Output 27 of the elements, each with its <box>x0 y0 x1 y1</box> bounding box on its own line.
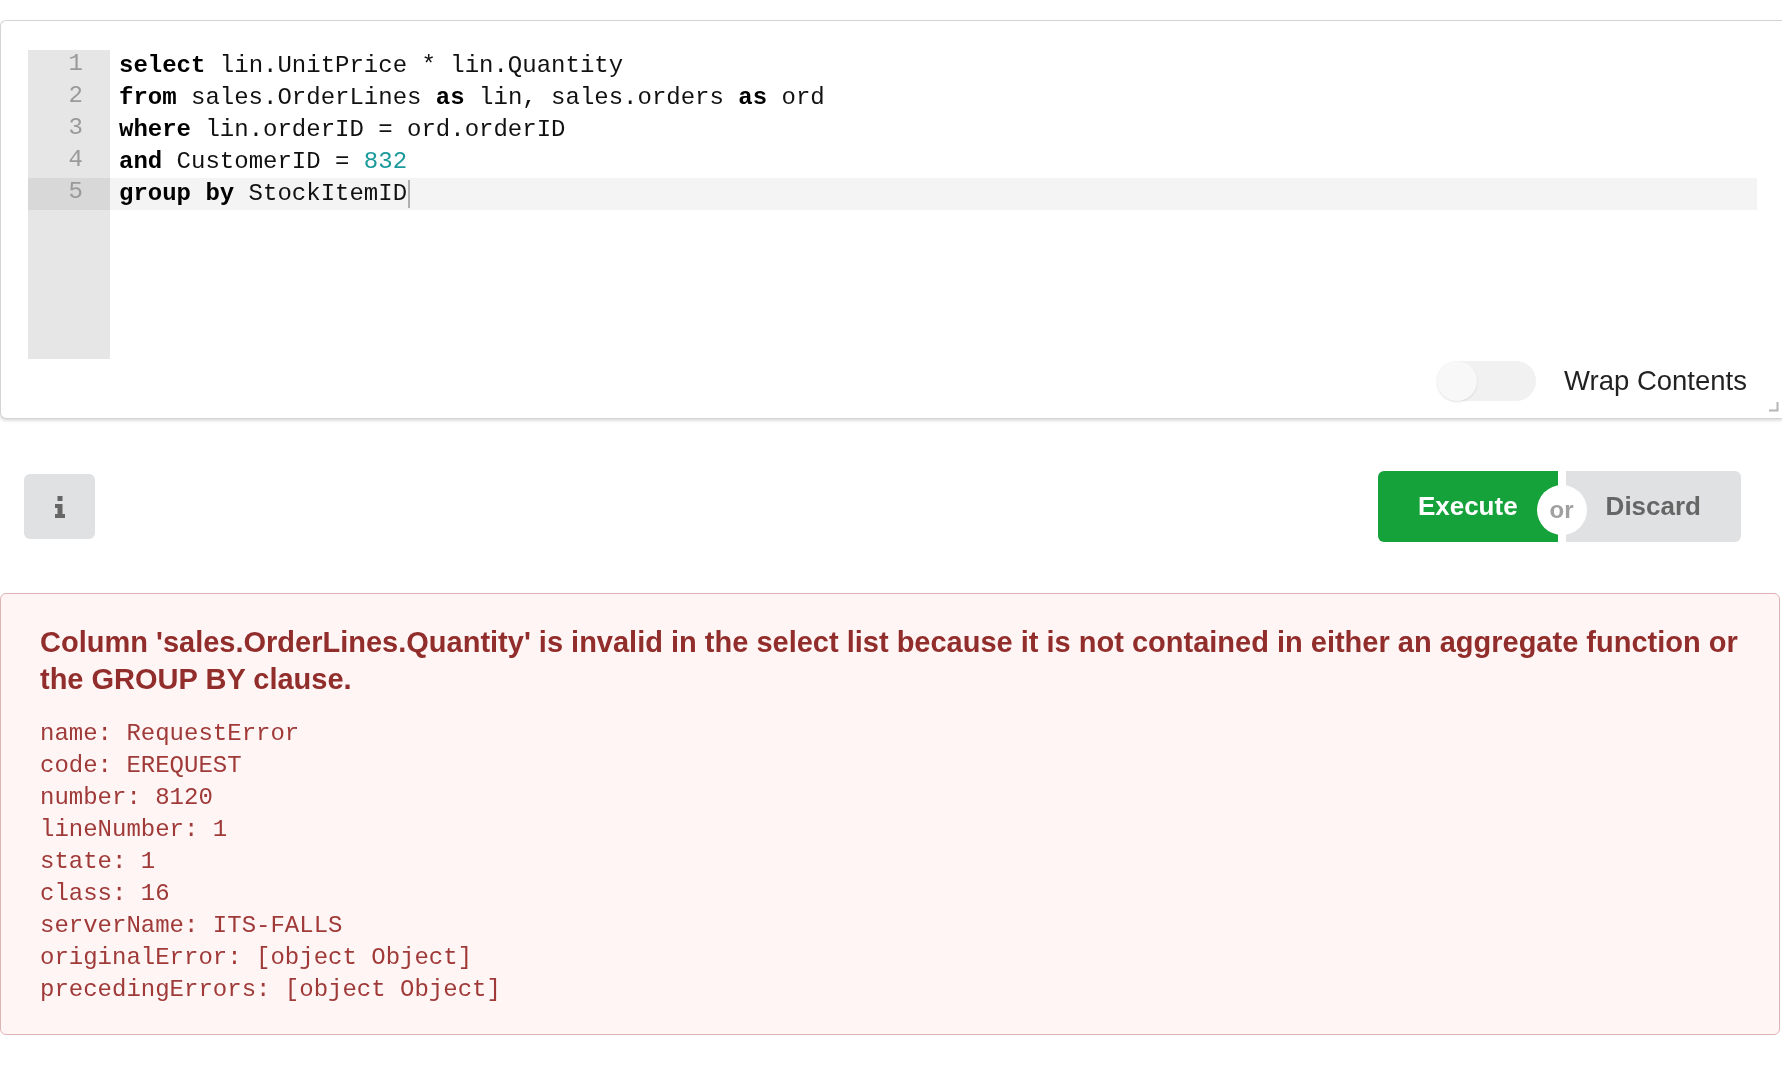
code-line: group by StockItemID <box>119 179 408 209</box>
error-detail-line: code: EREQUEST <box>40 751 243 781</box>
error-detail-line: number: 8120 <box>40 783 214 813</box>
line-number: 1 <box>67 50 84 79</box>
line-number: 4 <box>67 146 84 175</box>
text-cursor <box>408 180 411 208</box>
error-detail-line: state: 1 <box>40 847 157 877</box>
info-button[interactable] <box>24 474 95 539</box>
error-title: Column 'sales.OrderLines.Quantity' is invalid in the select list because it is not contained in either an aggregate function or the GROUP BY clause. <box>40 625 1739 697</box>
line-number: 5 <box>28 178 110 210</box>
code-line: and CustomerID = 832 <box>119 147 408 177</box>
code-line: select lin.UnitPrice * lin.Quantity <box>119 51 624 81</box>
error-detail-line: class: 16 <box>40 879 171 909</box>
error-detail-line: lineNumber: 1 <box>40 815 229 845</box>
info-icon <box>54 495 65 518</box>
wrap-toggle[interactable] <box>1437 361 1537 401</box>
error-detail-line: serverName: ITS-FALLS <box>40 911 344 941</box>
error-detail-line: precedingErrors: [object Object] <box>40 975 502 1005</box>
wrap-label: Wrap Contents <box>1564 365 1747 397</box>
resize-grip-icon[interactable] <box>1769 402 1779 412</box>
line-number: 2 <box>67 82 84 111</box>
error-detail-line: originalError: [object Object] <box>40 943 474 973</box>
error-detail-line: name: RequestError <box>40 719 301 749</box>
code-editor-field[interactable]: 1 2 3 4 5 select lin.UnitPrice * lin.Quantity from sales.OrderLines as lin, sales.orders as ord where lin.orderID = ord.orderID and CustomerID = 832 group by StockItemID <box>28 50 1757 359</box>
line-number: 3 <box>67 114 84 143</box>
code-line: from sales.OrderLines as lin, sales.orders as ord <box>119 83 825 113</box>
code-line: where lin.orderID = ord.orderID <box>119 115 566 145</box>
